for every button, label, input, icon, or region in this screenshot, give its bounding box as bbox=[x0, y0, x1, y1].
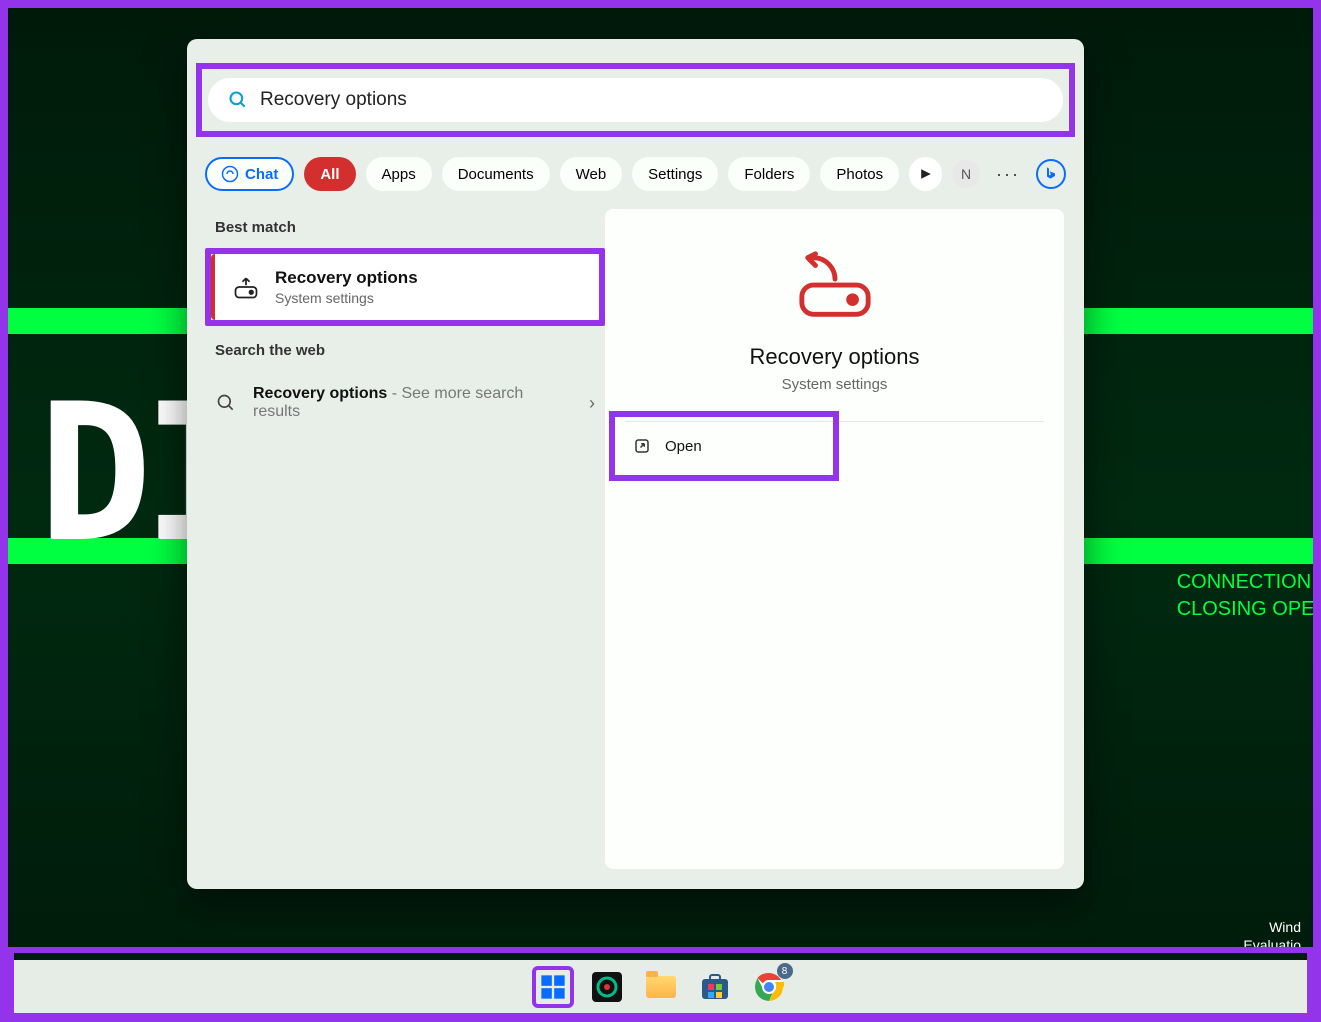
taskbar-chrome[interactable]: 8 bbox=[748, 966, 790, 1008]
filter-folders[interactable]: Folders bbox=[728, 157, 810, 191]
more-menu[interactable]: ··· bbox=[996, 164, 1020, 185]
recovery-icon-large bbox=[796, 251, 874, 321]
filter-chat[interactable]: Chat bbox=[205, 157, 294, 191]
web-result-text: Recovery options - See more search resul… bbox=[253, 385, 573, 421]
chevron-right-icon: › bbox=[589, 393, 595, 414]
preview-subtitle: System settings bbox=[605, 376, 1064, 393]
taskbar-app-dashboard[interactable] bbox=[586, 966, 628, 1008]
best-match-heading: Best match bbox=[215, 219, 605, 236]
bing-chat-button[interactable] bbox=[1036, 159, 1066, 189]
filter-photos[interactable]: Photos bbox=[820, 157, 899, 191]
search-web-heading: Search the web bbox=[215, 342, 605, 359]
desktop-wallpaper: DI D CONNECTION TERM CLOSING OPEN PO Win… bbox=[8, 8, 1313, 1014]
best-match-highlight: Recovery options System settings bbox=[205, 248, 605, 326]
filter-web[interactable]: Web bbox=[560, 157, 623, 191]
windows-icon bbox=[539, 973, 567, 1001]
user-avatar[interactable]: N bbox=[952, 160, 980, 188]
filter-row: Chat All Apps Documents Web Settings Fol… bbox=[205, 151, 1066, 197]
taskbar-file-explorer[interactable] bbox=[640, 966, 682, 1008]
search-input[interactable] bbox=[260, 89, 1043, 111]
results-left-column: Best match Recovery options System setti… bbox=[205, 219, 605, 435]
folder-icon bbox=[646, 976, 676, 998]
wallpaper-subtext: CONNECTION TERM CLOSING OPEN PO bbox=[1177, 568, 1313, 622]
filter-all[interactable]: All bbox=[304, 157, 355, 191]
search-bar[interactable] bbox=[208, 78, 1063, 122]
web-result-item[interactable]: Recovery options - See more search resul… bbox=[205, 371, 605, 435]
recovery-icon bbox=[231, 272, 261, 302]
bing-icon bbox=[1043, 166, 1059, 182]
chrome-badge: 8 bbox=[777, 963, 793, 979]
searchbar-highlight bbox=[196, 63, 1075, 137]
open-highlight: Open bbox=[609, 411, 839, 481]
taskbar-store[interactable] bbox=[694, 966, 736, 1008]
filter-overflow[interactable] bbox=[909, 157, 942, 191]
open-icon bbox=[633, 437, 651, 455]
store-icon bbox=[700, 973, 730, 1001]
preview-title: Recovery options bbox=[605, 344, 1064, 370]
taskbar[interactable]: 8 bbox=[8, 960, 1313, 1014]
best-match-title: Recovery options bbox=[275, 268, 418, 288]
play-icon bbox=[920, 168, 932, 180]
best-match-item[interactable]: Recovery options System settings bbox=[211, 254, 599, 320]
search-icon bbox=[215, 392, 237, 414]
filter-apps[interactable]: Apps bbox=[366, 157, 432, 191]
filter-settings[interactable]: Settings bbox=[632, 157, 718, 191]
chat-icon bbox=[221, 165, 239, 183]
result-preview-panel: Recovery options System settings Open bbox=[605, 209, 1064, 869]
start-button[interactable] bbox=[532, 966, 574, 1008]
windows-watermark: Wind Evaluatio bbox=[1243, 918, 1301, 954]
start-search-panel: Chat All Apps Documents Web Settings Fol… bbox=[187, 39, 1084, 889]
open-button[interactable]: Open bbox=[615, 417, 833, 475]
best-match-subtitle: System settings bbox=[275, 290, 418, 306]
gauge-icon bbox=[592, 972, 622, 1002]
filter-documents[interactable]: Documents bbox=[442, 157, 550, 191]
search-icon bbox=[228, 90, 248, 110]
